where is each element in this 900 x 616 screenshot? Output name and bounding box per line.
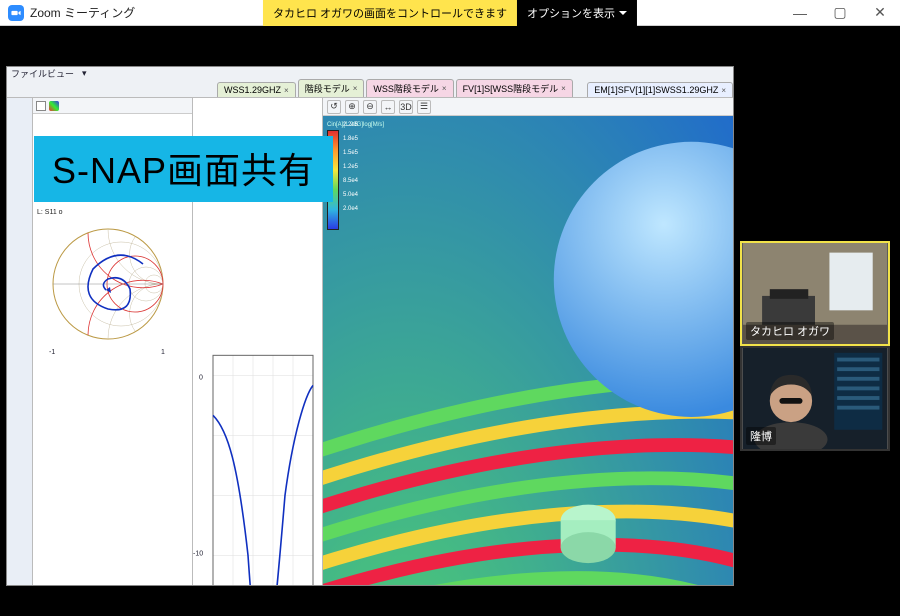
window-title: Zoom ミーティング: [30, 4, 135, 21]
participants-strip: タカヒロ オガワ 隆博: [740, 26, 900, 616]
participant-name: タカヒロ オガワ: [746, 322, 834, 340]
overlay-label: S-NAP画面共有: [34, 136, 333, 202]
close-icon[interactable]: ×: [442, 84, 447, 93]
tab-wss-kaidan[interactable]: WSS階段モデル×: [366, 79, 453, 97]
zoom-in-icon[interactable]: ⊕: [345, 100, 359, 114]
chevron-down-icon: [619, 11, 627, 15]
zoom-logo-icon: [8, 5, 24, 21]
maximize-button[interactable]: ▢: [820, 0, 860, 26]
menu-caret-icon: ▾: [78, 68, 91, 79]
close-icon[interactable]: ×: [721, 86, 726, 95]
zoom-out-icon[interactable]: ⊖: [363, 100, 377, 114]
tool-button[interactable]: [36, 101, 46, 111]
options-label: オプションを表示: [527, 5, 615, 21]
em-field-panel: ↺ ⊕ ⊖ ↔ 3D ☰ Cin[A][1.29G]log[M/s]: [323, 98, 733, 586]
close-icon[interactable]: ×: [284, 86, 289, 95]
svg-text:-10: -10: [193, 550, 203, 557]
tab-fv[interactable]: FV[1]S[WSS階段モデル×: [456, 79, 573, 97]
titlebar: Zoom ミーティング タカヒロ オガワの画面をコントロールできます オプション…: [0, 0, 900, 26]
svg-text:0: 0: [199, 374, 203, 381]
remote-control-banner: タカヒロ オガワの画面をコントロールできます: [263, 0, 517, 26]
participant-tile[interactable]: タカヒロ オガワ: [740, 241, 890, 346]
svg-text:1: 1: [161, 349, 165, 356]
menu-icon[interactable]: ☰: [417, 100, 431, 114]
close-icon[interactable]: ×: [353, 84, 358, 93]
file-menu-label[interactable]: ファイルビュー: [7, 67, 78, 80]
meeting-area: ファイルビュー ▾ WSS1.29GHZ× 階段モデル× WSS階段モデル× F…: [0, 26, 900, 616]
options-dropdown[interactable]: オプションを表示: [517, 0, 637, 26]
field-viewport[interactable]: Cin[A][1.29G]log[M/s] 2.2e5 1.8e5 1.5e5 …: [323, 116, 733, 586]
pan-icon[interactable]: ↔: [381, 100, 395, 114]
participant-name: 隆博: [746, 427, 776, 445]
tab-right[interactable]: EM[1]SFV[1][1]SWSS1.29GHZ×: [587, 82, 733, 97]
close-button[interactable]: ✕: [860, 0, 900, 26]
minimize-button[interactable]: —: [780, 0, 820, 26]
participant-tile[interactable]: 隆博: [740, 346, 890, 451]
smith-svg: -1 1: [33, 204, 183, 374]
tab-kaidan[interactable]: 階段モデル×: [298, 79, 365, 97]
smith-series-label: L: S11 o: [37, 209, 63, 216]
smith-toolbar: [33, 98, 192, 114]
rotate-icon[interactable]: ↺: [327, 100, 341, 114]
tab-wss[interactable]: WSS1.29GHZ×: [217, 82, 296, 97]
palette-icon[interactable]: [49, 101, 59, 111]
view-3d-button[interactable]: 3D: [399, 100, 413, 114]
shared-screen: ファイルビュー ▾ WSS1.29GHZ× 階段モデル× WSS階段モデル× F…: [0, 26, 740, 616]
close-icon[interactable]: ×: [561, 84, 566, 93]
color-legend: Cin[A][1.29G]log[M/s] 2.2e5 1.8e5 1.5e5 …: [327, 122, 371, 230]
left-nav-rail: [7, 98, 33, 586]
field-toolbar: ↺ ⊕ ⊖ ↔ 3D ☰: [323, 98, 733, 116]
svg-text:-1: -1: [49, 349, 55, 356]
document-tabs: WSS1.29GHZ× 階段モデル× WSS階段モデル× FV[1]S[WSS階…: [7, 80, 733, 98]
